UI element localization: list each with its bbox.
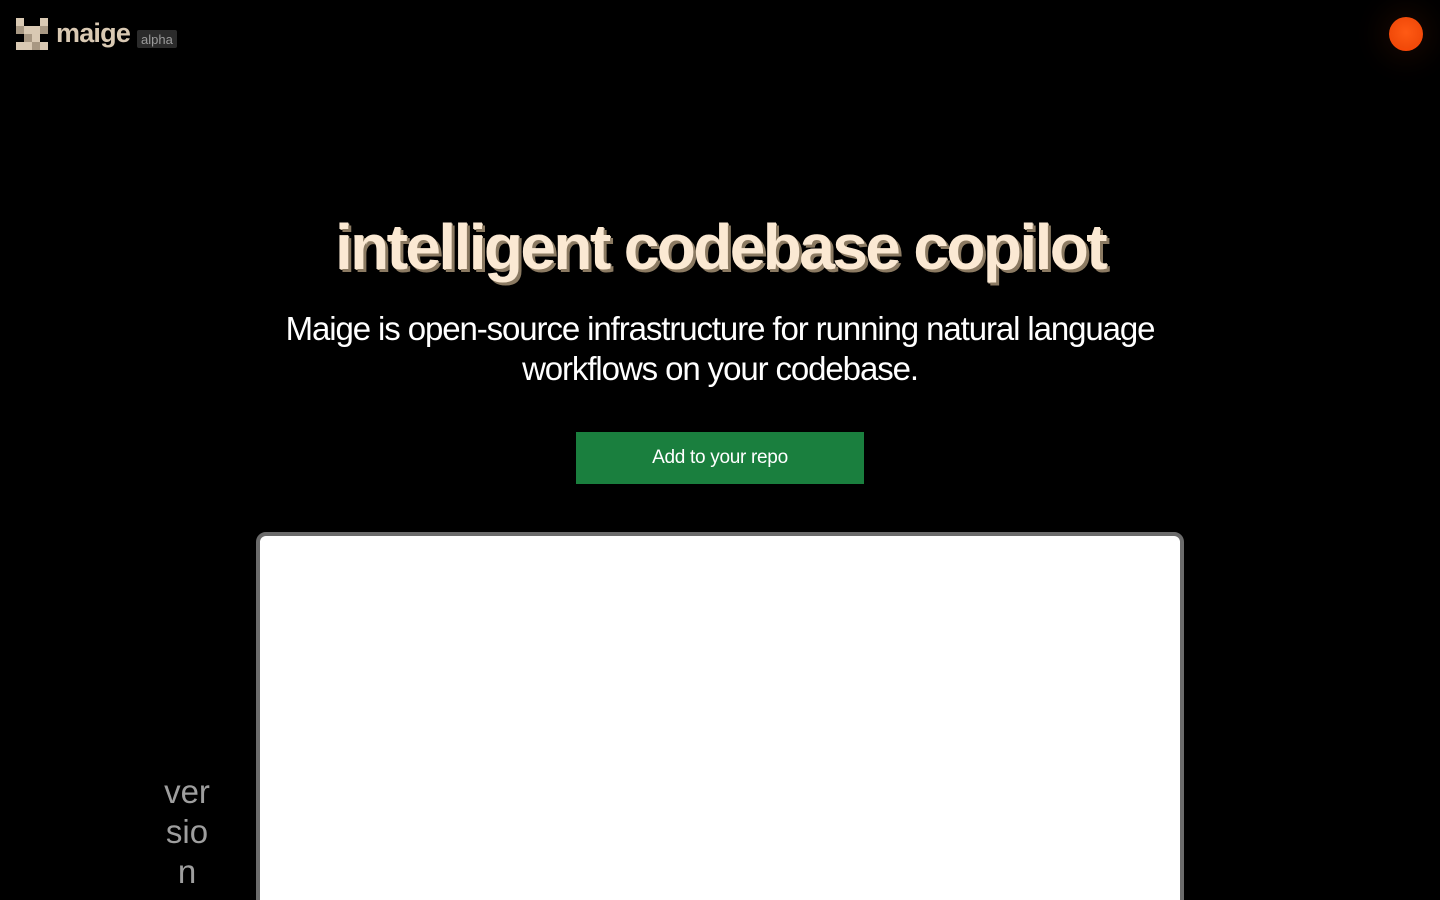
logo-text: maige bbox=[56, 17, 131, 48]
hero-subtitle: Maige is open-source infrastructure for … bbox=[285, 310, 1156, 387]
pixel-grid-logo-icon bbox=[16, 18, 48, 50]
demo-video-frame[interactable] bbox=[256, 532, 1184, 900]
hero-title: intelligent codebase copilot bbox=[335, 211, 1108, 283]
logo-link[interactable]: maige alpha bbox=[16, 18, 177, 50]
add-to-repo-button[interactable]: Add to your repo bbox=[576, 432, 864, 484]
header: maige alpha bbox=[0, 0, 1440, 80]
hero-section: intelligent codebase copilot Maige is op… bbox=[0, 205, 1440, 389]
alpha-badge: alpha bbox=[137, 30, 177, 48]
version-label: version bbox=[164, 773, 210, 890]
user-avatar-icon[interactable] bbox=[1389, 17, 1423, 51]
